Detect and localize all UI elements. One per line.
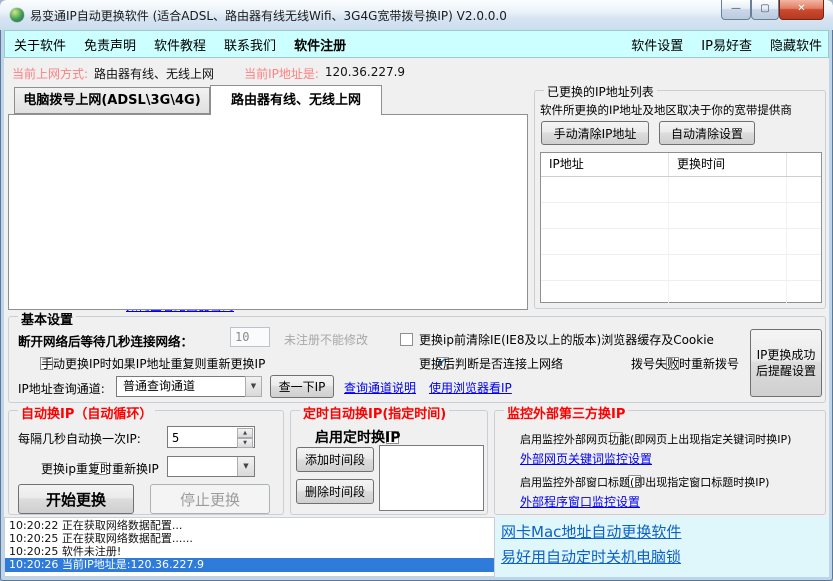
monitor-web-label[interactable]: 启用监控外部网页功能(即网页上出现指定关键词时换IP) bbox=[520, 431, 791, 447]
spin-up-icon[interactable]: ▲ bbox=[237, 428, 253, 438]
delete-timeslot-button[interactable]: 删除时间段 bbox=[296, 479, 374, 504]
enable-timed-label[interactable]: 启用定时换IP bbox=[315, 427, 400, 447]
ip-list-table[interactable]: IP地址 更换时间 bbox=[540, 152, 822, 303]
basic-settings-title: 基本设置 bbox=[18, 309, 76, 328]
menu-disclaimer[interactable]: 免责声明 bbox=[75, 35, 145, 54]
check-connection-label[interactable]: 更换后判断是否连接上网络 bbox=[419, 355, 563, 372]
menu-ip-lookup[interactable]: IP易好查 bbox=[692, 35, 761, 54]
promo-panel: 网卡Mac地址自动更换软件 易好用自动定时关机电脑锁 bbox=[495, 517, 829, 577]
timeslot-listbox[interactable] bbox=[379, 445, 484, 511]
title-bar[interactable]: 易变通IP自动更换软件 (适合ADSL、路由器有线无线Wifi、3G4G宽带拨号… bbox=[0, 0, 833, 30]
app-icon bbox=[10, 8, 24, 22]
app-window: 易变通IP自动更换软件 (适合ADSL、路由器有线无线Wifi、3G4G宽带拨号… bbox=[0, 0, 833, 581]
stop-change-button: 停止更换 bbox=[150, 484, 270, 514]
current-ip-label: 当前IP地址是: bbox=[244, 65, 319, 82]
maximize-button[interactable]: ▢ bbox=[751, 0, 779, 20]
window-monitor-settings-link[interactable]: 外部程序窗口监控设置 bbox=[520, 493, 640, 510]
spin-down-icon[interactable]: ▼ bbox=[237, 438, 253, 448]
ip-list-header: IP地址 更换时间 bbox=[541, 153, 821, 177]
table-row bbox=[541, 255, 821, 281]
net-mode-label: 当前上网方式: bbox=[12, 65, 88, 82]
manual-repeat-label[interactable]: 手动更换IP时如果IP地址重复则重新更换IP bbox=[41, 355, 265, 372]
wait-seconds-input bbox=[230, 327, 270, 347]
wait-seconds-label: 断开网络后等待几秒连接网络： bbox=[18, 331, 193, 350]
tab-dialup[interactable]: 电脑拨号上网(ADSL\3G\4G) bbox=[14, 87, 210, 114]
log-line: 10:20:22 正在获取网络数据配置... bbox=[5, 518, 494, 532]
table-row bbox=[541, 229, 821, 255]
interval-stepper[interactable]: 5 ▲▼ bbox=[167, 426, 255, 448]
window-title: 易变通IP自动更换软件 (适合ADSL、路由器有线无线Wifi、3G4G宽带拨号… bbox=[30, 7, 507, 24]
menu-about[interactable]: 关于软件 bbox=[5, 35, 75, 54]
monitor-window-label[interactable]: 启用监控外部窗口标题(即出现指定窗口标题时换IP) bbox=[520, 474, 769, 490]
col-ip-header[interactable]: IP地址 bbox=[541, 153, 669, 176]
log-line: 10:20:25 正在获取网络数据配置...... bbox=[5, 532, 494, 545]
query-channel-dropdown-icon[interactable]: ▼ bbox=[245, 376, 262, 397]
menu-hide[interactable]: 隐藏软件 bbox=[761, 35, 828, 54]
close-button[interactable]: ✕ bbox=[779, 0, 824, 20]
ip-success-notify-button[interactable]: IP更换成功 后提醒设置 bbox=[750, 329, 822, 397]
web-keyword-settings-link[interactable]: 外部网页关键词监控设置 bbox=[520, 450, 652, 467]
menu-bar: 关于软件 免责声明 软件教程 联系我们 软件注册 软件设置 IP易好查 隐藏软件 bbox=[4, 30, 829, 58]
main-content: 当前上网方式: 路由器有线、无线上网 当前IP地址是: 120.36.227.9… bbox=[4, 58, 829, 577]
minimize-button[interactable]: — bbox=[721, 0, 751, 20]
clear-ie-label[interactable]: 更换ip前清除IE(IE8及以上的版本)浏览器缓存及Cookie bbox=[419, 331, 714, 348]
col-extra-header bbox=[787, 153, 821, 176]
interval-spinner[interactable]: ▲▼ bbox=[237, 428, 253, 446]
ip-list-note: 软件所更换的IP地址及地区取决于你的宽带提供商 bbox=[540, 102, 792, 118]
query-channel-desc-link[interactable]: 查询通道说明 bbox=[344, 379, 416, 396]
unregistered-note: 未注册不能修改 bbox=[284, 331, 368, 348]
browser-view-ip-link[interactable]: 使用浏览器看IP bbox=[429, 379, 512, 396]
start-change-button[interactable]: 开始更换 bbox=[18, 484, 134, 514]
auto-clear-settings-button[interactable]: 自动清除设置 bbox=[659, 121, 755, 145]
log-line-selected[interactable]: 10:20:26 当前IP地址是:120.36.227.9 bbox=[5, 558, 494, 572]
col-time-header[interactable]: 更换时间 bbox=[669, 153, 787, 176]
ip-list-title: 已更换的IP地址列表 bbox=[544, 83, 657, 100]
auto-repeat-select[interactable]: ▼ bbox=[167, 456, 255, 477]
menu-register[interactable]: 软件注册 bbox=[285, 35, 355, 54]
interval-label: 每隔几秒自动换一次IP: bbox=[18, 430, 141, 447]
pc-lock-link[interactable]: 易好用自动定时关机电脑锁 bbox=[501, 546, 829, 567]
monitor-title: 监控外部第三方换IP bbox=[504, 403, 628, 422]
log-area[interactable]: 10:20:22 正在获取网络数据配置... 10:20:25 正在获取网络数据… bbox=[4, 517, 495, 577]
query-channel-select[interactable]: 普通查询通道 bbox=[116, 376, 246, 397]
manual-clear-ip-button[interactable]: 手动清除IP地址 bbox=[541, 121, 649, 145]
query-channel-label: IP地址查询通道: bbox=[18, 380, 105, 397]
table-row bbox=[541, 203, 821, 229]
net-mode-value: 路由器有线、无线上网 bbox=[94, 65, 214, 82]
check-ip-button[interactable]: 查一下IP bbox=[270, 375, 334, 398]
interval-value: 5 bbox=[168, 431, 179, 445]
log-line: 10:20:25 软件未注册! bbox=[5, 545, 494, 558]
auto-repeat-label[interactable]: 更换ip重复时重新换IP bbox=[41, 460, 159, 477]
tab-router[interactable]: 路由器有线、无线上网 bbox=[210, 85, 382, 115]
auto-change-title: 自动换IP（自动循环） bbox=[18, 403, 155, 422]
add-timeslot-button[interactable]: 添加时间段 bbox=[296, 447, 374, 472]
table-row bbox=[541, 281, 821, 307]
auto-repeat-dropdown-icon[interactable]: ▼ bbox=[237, 457, 254, 476]
notify-line1: IP更换成功 bbox=[757, 348, 816, 362]
current-ip-value: 120.36.227.9 bbox=[325, 65, 405, 82]
menu-settings[interactable]: 软件设置 bbox=[622, 35, 692, 54]
notify-line2: 后提醒设置 bbox=[756, 364, 816, 378]
menu-contact[interactable]: 联系我们 bbox=[215, 35, 285, 54]
timed-change-title: 定时自动换IP(指定时间) bbox=[300, 403, 449, 422]
status-line: 当前上网方式: 路由器有线、无线上网 当前IP地址是: 120.36.227.9 bbox=[12, 65, 405, 82]
clear-ie-checkbox[interactable] bbox=[400, 333, 413, 346]
mac-changer-link[interactable]: 网卡Mac地址自动更换软件 bbox=[501, 521, 829, 542]
redial-label[interactable]: 拨号失败时重新拨号 bbox=[631, 355, 739, 372]
router-tab-panel bbox=[8, 114, 528, 310]
table-row bbox=[541, 177, 821, 203]
menu-tutorial[interactable]: 软件教程 bbox=[145, 35, 215, 54]
